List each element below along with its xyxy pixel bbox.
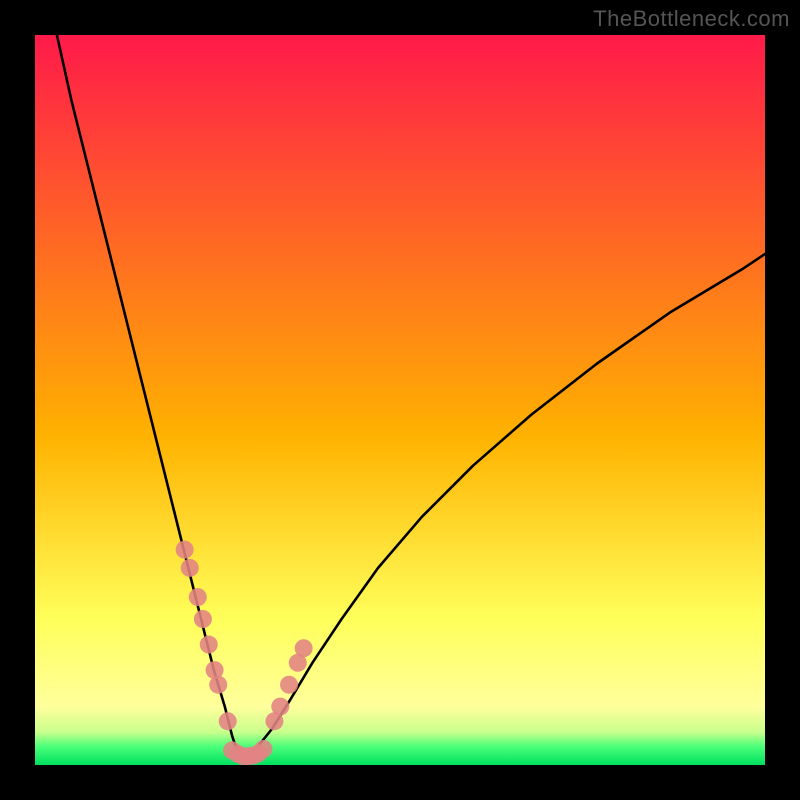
- dot-left-dots: [200, 636, 218, 654]
- plot-svg: [35, 35, 765, 765]
- dot-bottom-cluster: [254, 740, 272, 758]
- dot-right-dots: [271, 698, 289, 716]
- dot-left-dots: [189, 588, 207, 606]
- watermark-text: TheBottleneck.com: [593, 6, 790, 32]
- gradient-background: [35, 35, 765, 765]
- dot-left-dots: [181, 559, 199, 577]
- dot-left-dots: [209, 676, 227, 694]
- dot-right-dots: [280, 676, 298, 694]
- dot-right-dots: [295, 639, 313, 657]
- dot-left-dots: [219, 712, 237, 730]
- plot-area: [35, 35, 765, 765]
- dot-left-dots: [176, 541, 194, 559]
- chart-frame: TheBottleneck.com: [0, 0, 800, 800]
- dot-left-dots: [194, 610, 212, 628]
